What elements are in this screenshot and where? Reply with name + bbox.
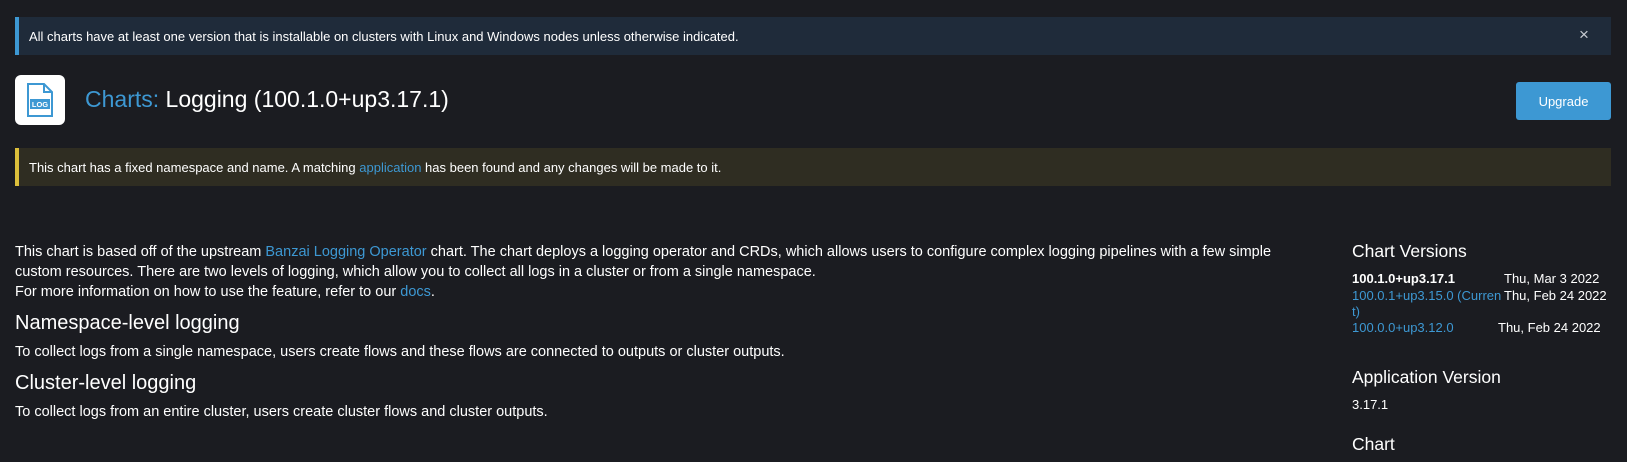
page-title: Charts: Logging (100.1.0+up3.17.1)	[85, 86, 449, 113]
chart-sidebar: Chart Versions 100.1.0+up3.17.1 Thu, Mar…	[1352, 241, 1607, 462]
warning-text-after: has been found and any changes will be m…	[425, 159, 722, 175]
readme-more-info: For more information on how to use the f…	[15, 284, 435, 300]
version-row: 100.1.0+up3.17.1 Thu, Mar 3 2022	[1352, 271, 1607, 288]
app-version-value: 3.17.1	[1352, 397, 1389, 412]
breadcrumb-charts-link[interactable]: Charts:	[85, 86, 159, 112]
logo-text: LOG	[32, 100, 48, 109]
version-date: Thu, Mar 3 2022	[1504, 271, 1600, 286]
chart-versions-heading: Chart Versions	[1352, 241, 1467, 261]
version-name: 100.1.0+up3.17.1	[1352, 271, 1455, 286]
version-date: Thu, Feb 24 2022	[1504, 288, 1607, 303]
application-link[interactable]: application	[359, 160, 421, 175]
chart-heading: Chart	[1352, 434, 1395, 454]
close-icon[interactable]: ×	[1575, 25, 1593, 45]
warning-banner: This chart has a fixed namespace and nam…	[15, 148, 1611, 186]
section-body: To collect logs from an entire cluster, …	[15, 404, 548, 420]
info-banner-text: All charts have at least one version tha…	[29, 28, 739, 44]
info-banner: All charts have at least one version tha…	[15, 17, 1611, 55]
warning-text-before: This chart has a fixed namespace and nam…	[29, 159, 356, 175]
chart-logo: LOG	[15, 75, 65, 125]
version-row[interactable]: 100.0.0+up3.12.0 Thu, Feb 24 2022	[1352, 320, 1607, 337]
chart-title: Logging (100.1.0+up3.17.1)	[165, 86, 449, 112]
section-heading: Namespace-level logging	[15, 312, 240, 334]
section-heading: Cluster-level logging	[15, 372, 197, 394]
version-date: Thu, Feb 24 2022	[1498, 320, 1601, 335]
version-link[interactable]: 100.0.0+up3.12.0	[1352, 320, 1502, 337]
docs-link[interactable]: docs	[400, 284, 431, 300]
app-version-heading: Application Version	[1352, 367, 1501, 387]
log-file-icon: LOG	[27, 83, 53, 117]
banzai-operator-link[interactable]: Banzai Logging Operator	[265, 244, 426, 260]
section-body: To collect logs from a single namespace,…	[15, 344, 785, 360]
readme-intro: This chart is based off of the upstream …	[15, 244, 1272, 280]
version-link[interactable]: 100.0.1+up3.15.0 (Current)	[1352, 288, 1502, 320]
chart-readme: This chart is based off of the upstream …	[15, 242, 1315, 422]
chart-header: LOG Charts: Logging (100.1.0+up3.17.1) U…	[15, 75, 1611, 125]
version-row[interactable]: 100.0.1+up3.15.0 (Current) Thu, Feb 24 2…	[1352, 288, 1607, 320]
chart-versions-list: 100.1.0+up3.17.1 Thu, Mar 3 2022 100.0.1…	[1352, 271, 1607, 337]
upgrade-button[interactable]: Upgrade	[1516, 82, 1611, 120]
